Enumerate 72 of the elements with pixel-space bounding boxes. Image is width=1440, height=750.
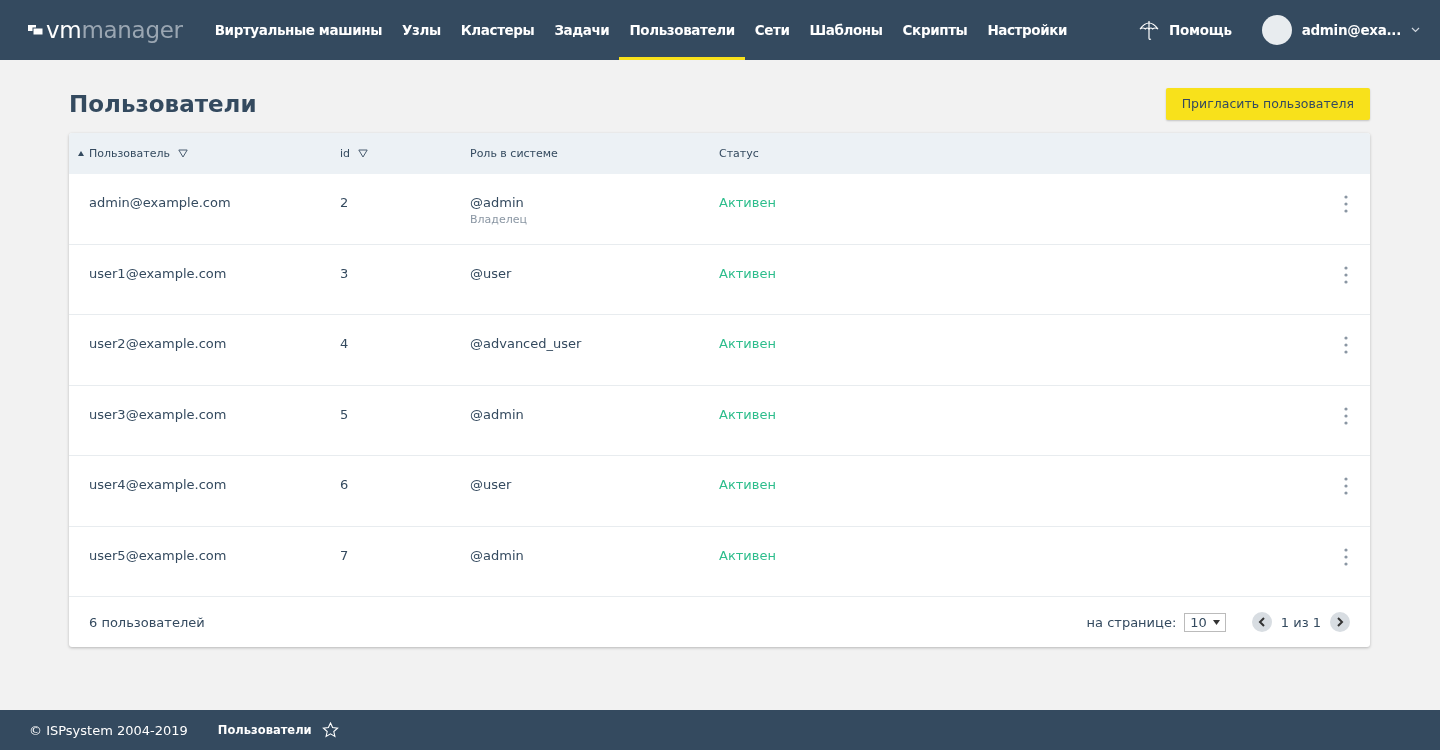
chevron-down-icon [1411,27,1420,33]
column-header[interactable]: id [340,147,351,160]
page-indicator: 1 из 1 [1280,614,1321,630]
user-count: 6 пользователей [89,614,205,630]
user-role: @admin [470,195,525,210]
user-email: user5@example.com [89,547,228,563]
user-status: Активен [719,195,777,210]
page-title: Пользователи [69,90,257,117]
nav-tab[interactable]: Сети [744,0,800,60]
previous-page-button[interactable] [1251,612,1272,632]
user-email: user2@example.com [89,336,228,351]
more-menu-button[interactable] [1344,477,1348,495]
user-role: @admin [470,547,525,563]
filter-icon[interactable] [358,149,369,158]
help-link[interactable]: Помощь [1139,19,1232,41]
user-role: @admin [470,406,525,422]
more-menu-button[interactable] [1344,265,1348,284]
copyright: © ISPsystem 2004-2019 [29,722,188,738]
user-role: @user [470,265,513,281]
table-row[interactable]: user4@example.com 6 @user Активен [69,456,1370,527]
user-email: user3@example.com [89,406,228,422]
star-icon[interactable] [321,722,339,738]
user-role: @advanced_user [470,336,583,351]
table-row[interactable]: user2@example.com 4 @advanced_user Активен [69,315,1370,386]
more-menu-button[interactable] [1344,406,1348,425]
more-menu-button[interactable] [1344,547,1348,566]
user-email: admin@example.com [89,195,232,210]
user-id: 6 [340,477,350,492]
dropdown-arrow-icon [1212,619,1220,625]
user-status: Активен [719,336,777,351]
nav-tab[interactable]: Пользователи [619,0,745,60]
user-status: Активен [719,477,777,492]
umbrella-icon [1139,19,1160,41]
table-row[interactable]: user1@example.com 3 @user Активен [69,244,1370,315]
user-id: 4 [340,336,350,351]
column-header[interactable]: Статус [719,147,759,160]
breadcrumb: Пользователи [217,723,312,737]
table-row[interactable]: user3@example.com 5 @admin Активен [69,385,1370,456]
table-row[interactable]: admin@example.com 2 @admin Владелец Активен [69,174,1370,245]
more-menu-button[interactable] [1344,195,1348,213]
nav-tab[interactable]: Кластеры [450,0,545,60]
column-header[interactable]: Роль в системе [470,147,558,160]
invite-user-button[interactable]: Пригласить пользователя [1165,87,1370,120]
windows-icon [28,24,44,36]
more-menu-button[interactable] [1344,336,1348,354]
nav-tab[interactable]: Шаблоны [799,0,893,60]
next-page-button[interactable] [1330,612,1350,632]
per-page-select[interactable]: 10 [1184,612,1226,632]
filter-icon[interactable] [178,149,188,158]
column-header[interactable]: Пользователь [78,147,170,160]
nav-tab[interactable]: Задачи [544,0,620,60]
user-email: user1@example.com [89,265,228,281]
user-status: Активен [719,406,777,422]
avatar-icon [1261,15,1292,45]
user-id: 7 [340,547,350,563]
user-status: Активен [719,547,777,563]
per-page-label: на странице: [1086,614,1177,630]
nav-tab[interactable]: Настройки [977,0,1078,60]
user-id: 3 [340,265,350,281]
user-id: 2 [340,195,350,210]
user-role: @user [470,477,513,492]
user-status: Активен [719,265,777,281]
table-row[interactable]: user5@example.com 7 @admin Активен [69,526,1370,597]
user-id: 5 [340,406,350,422]
role-note: Владелец [470,213,528,226]
chevron-right-icon [1336,617,1344,627]
chevron-left-icon [1257,617,1266,627]
account-menu[interactable]: admin@exa... [1261,15,1420,45]
nav-tab[interactable]: Узлы [391,0,451,60]
user-email: user4@example.com [89,477,228,492]
nav-tab[interactable]: Виртуальные машины [204,0,392,60]
nav-tab[interactable]: Скрипты [892,0,978,60]
